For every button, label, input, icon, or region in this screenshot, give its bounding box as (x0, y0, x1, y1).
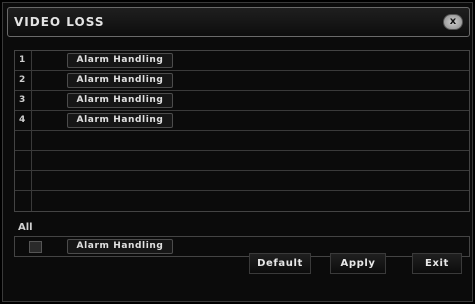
row-divider (31, 111, 32, 131)
empty-row (15, 151, 469, 171)
empty-row (15, 171, 469, 191)
all-row: Alarm Handling (14, 236, 470, 257)
apply-button[interactable]: Apply (330, 253, 386, 274)
exit-button[interactable]: Exit (412, 253, 462, 274)
alarm-handling-button[interactable]: Alarm Handling (67, 53, 173, 68)
row-divider (31, 91, 32, 111)
row-divider (31, 191, 32, 211)
table-row: 2 Alarm Handling (15, 71, 469, 91)
channel-number: 1 (19, 55, 26, 65)
all-alarm-handling-button[interactable]: Alarm Handling (67, 239, 173, 254)
all-checkbox[interactable] (29, 241, 42, 253)
alarm-handling-button[interactable]: Alarm Handling (67, 93, 173, 108)
row-divider (31, 151, 32, 171)
row-divider (31, 171, 32, 191)
alarm-handling-button[interactable]: Alarm Handling (67, 73, 173, 88)
channel-list: 1 Alarm Handling 2 Alarm Handling 3 Alar… (14, 50, 470, 212)
row-divider (31, 131, 32, 151)
empty-row (15, 131, 469, 151)
close-icon[interactable]: x (443, 14, 463, 30)
all-label: All (18, 222, 33, 233)
table-row: 4 Alarm Handling (15, 111, 469, 131)
channel-number: 2 (19, 75, 26, 85)
channel-number: 3 (19, 95, 26, 105)
window-title: VIDEO LOSS (14, 15, 105, 29)
row-divider (31, 51, 32, 71)
table-row: 3 Alarm Handling (15, 91, 469, 111)
empty-row (15, 191, 469, 211)
table-row: 1 Alarm Handling (15, 51, 469, 71)
row-divider (31, 71, 32, 91)
title-bar: VIDEO LOSS x (7, 7, 470, 37)
channel-number: 4 (19, 115, 26, 125)
alarm-handling-button[interactable]: Alarm Handling (67, 113, 173, 128)
default-button[interactable]: Default (249, 253, 311, 274)
